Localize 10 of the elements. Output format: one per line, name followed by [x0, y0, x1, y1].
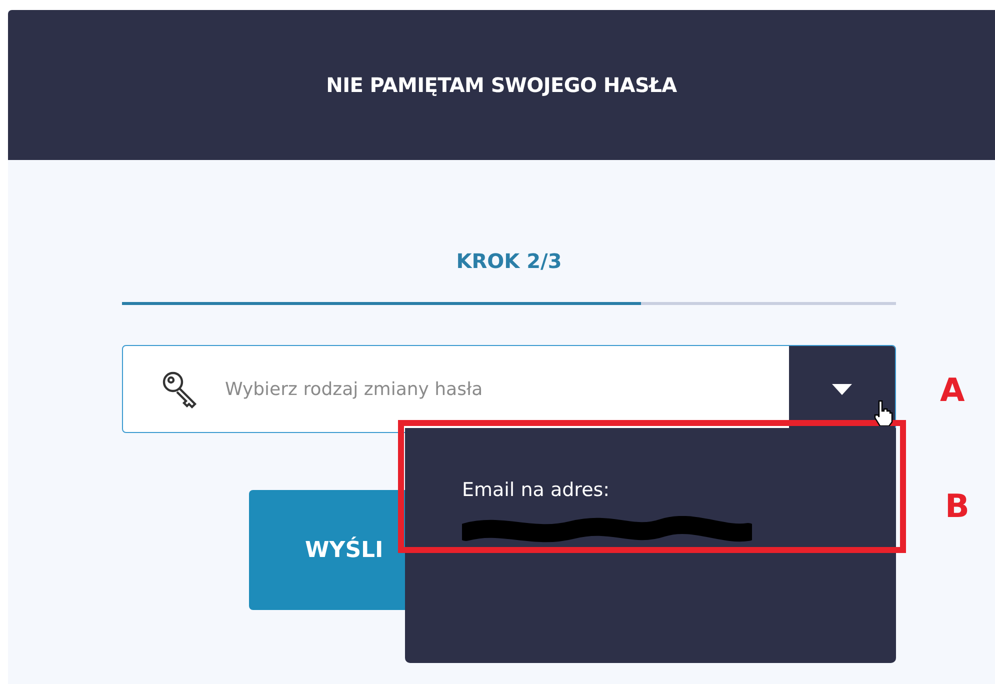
caret-icon — [832, 384, 852, 394]
send-button[interactable]: WYŚLI — [249, 490, 405, 610]
hand-cursor-icon — [874, 400, 894, 426]
select-field[interactable]: Wybierz rodzaj zmiany hasła — [122, 345, 896, 433]
select-placeholder: Wybierz rodzaj zmiany hasła — [225, 378, 483, 402]
annotation-label: A — [940, 374, 965, 406]
dropdown-option[interactable]: Email na adres: — [462, 476, 610, 504]
step-label: KROK 2/3 — [456, 248, 562, 275]
annotation-label: B — [945, 490, 970, 522]
page-title: NIE PAMIĘTAM SWOJEGO HASŁA — [326, 72, 677, 99]
